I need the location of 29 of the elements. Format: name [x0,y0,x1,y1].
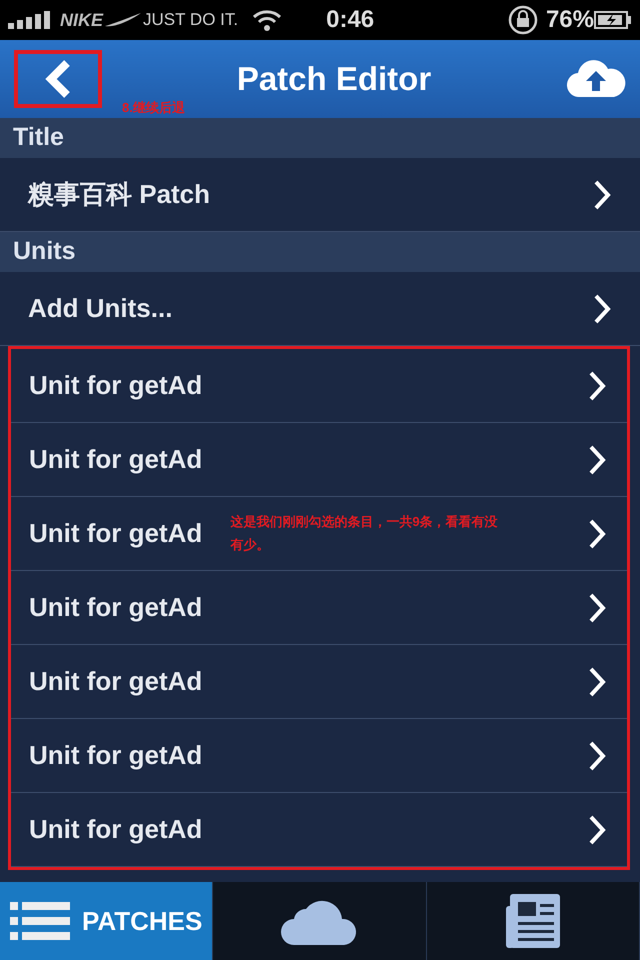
battery-icon [594,11,632,29]
annotation-text: 8.继续后退 [122,99,185,117]
section-header: Units [0,232,640,272]
row-label: Unit for getAd [29,369,202,402]
back-chevron-icon [45,60,71,98]
document-icon [504,892,562,950]
wifi-icon [252,9,282,31]
row-label: Unit for getAd [29,517,202,550]
tab-item[interactable]: PATCHES [0,882,214,960]
row-label: Unit for getAd [29,665,202,698]
annotation-text: 这是我们刚刚勾选的条目，一共9条，看看有没有少。 [230,513,499,554]
row-label: Unit for getAd [29,591,202,624]
battery-level: 76% [546,5,594,35]
screen-title: Patch Editor [236,59,432,100]
rotation-lock-icon [508,5,538,35]
carrier-logo: NIKE [60,8,104,32]
row-label: Add Units... [28,292,172,325]
cloud-upload-icon [566,59,626,99]
row-label: 糗事百科 Patch [28,178,210,211]
upload-button[interactable] [566,59,626,99]
carrier-name: JUST DO IT. [143,9,238,32]
row-label: Unit for getAd [29,443,202,476]
status-time: 0:46 [326,5,374,35]
signal-icon [8,11,52,29]
section-header: Title [0,118,640,158]
row-label: Unit for getAd [29,813,202,846]
back-button[interactable] [14,50,102,108]
row-label: Unit for getAd [29,739,202,772]
list-icon [10,902,70,940]
